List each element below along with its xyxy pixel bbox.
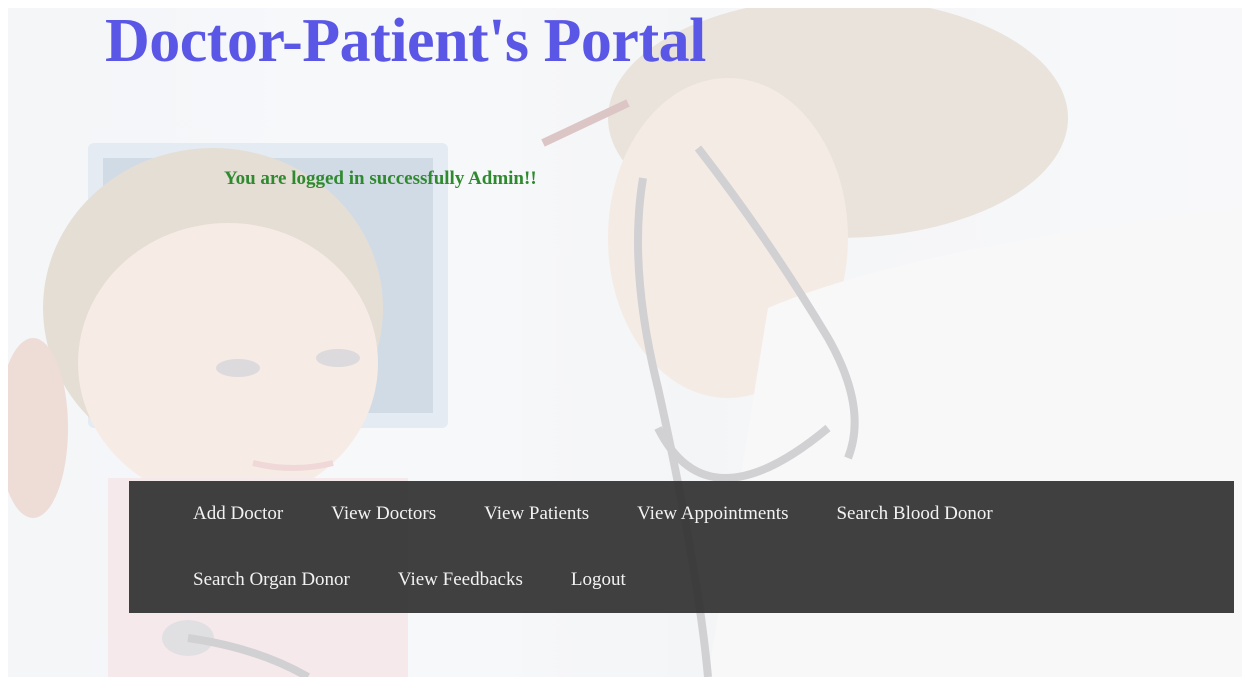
search-blood-donor-link[interactable]: Search Blood Donor	[836, 503, 992, 524]
login-success-message: You are logged in successfully Admin!!	[224, 168, 537, 189]
view-doctors-link[interactable]: View Doctors	[331, 503, 436, 524]
view-feedbacks-link[interactable]: View Feedbacks	[398, 569, 523, 590]
view-appointments-link[interactable]: View Appointments	[637, 503, 788, 524]
add-doctor-link[interactable]: Add Doctor	[193, 503, 283, 524]
nav-item-view-feedbacks: View Feedbacks	[398, 563, 523, 629]
nav-item-view-appointments: View Appointments	[637, 497, 788, 563]
nav-item-search-blood-donor: Search Blood Donor	[836, 497, 992, 563]
nav-item-search-organ-donor: Search Organ Donor	[193, 563, 350, 629]
view-patients-link[interactable]: View Patients	[484, 503, 589, 524]
nav-item-add-doctor: Add Doctor	[193, 497, 283, 563]
portal-page: Doctor-Patient's Portal You are logged i…	[0, 0, 1249, 677]
nav-item-view-doctors: View Doctors	[331, 497, 436, 563]
nav-item-view-patients: View Patients	[484, 497, 589, 563]
main-navbar: Add Doctor View Doctors View Patients Vi…	[129, 481, 1234, 613]
nav-item-logout: Logout	[571, 563, 626, 629]
logout-link[interactable]: Logout	[571, 569, 626, 590]
search-organ-donor-link[interactable]: Search Organ Donor	[193, 569, 350, 590]
nav-list: Add Doctor View Doctors View Patients Vi…	[179, 497, 1179, 629]
page-title: Doctor-Patient's Portal	[105, 7, 706, 75]
